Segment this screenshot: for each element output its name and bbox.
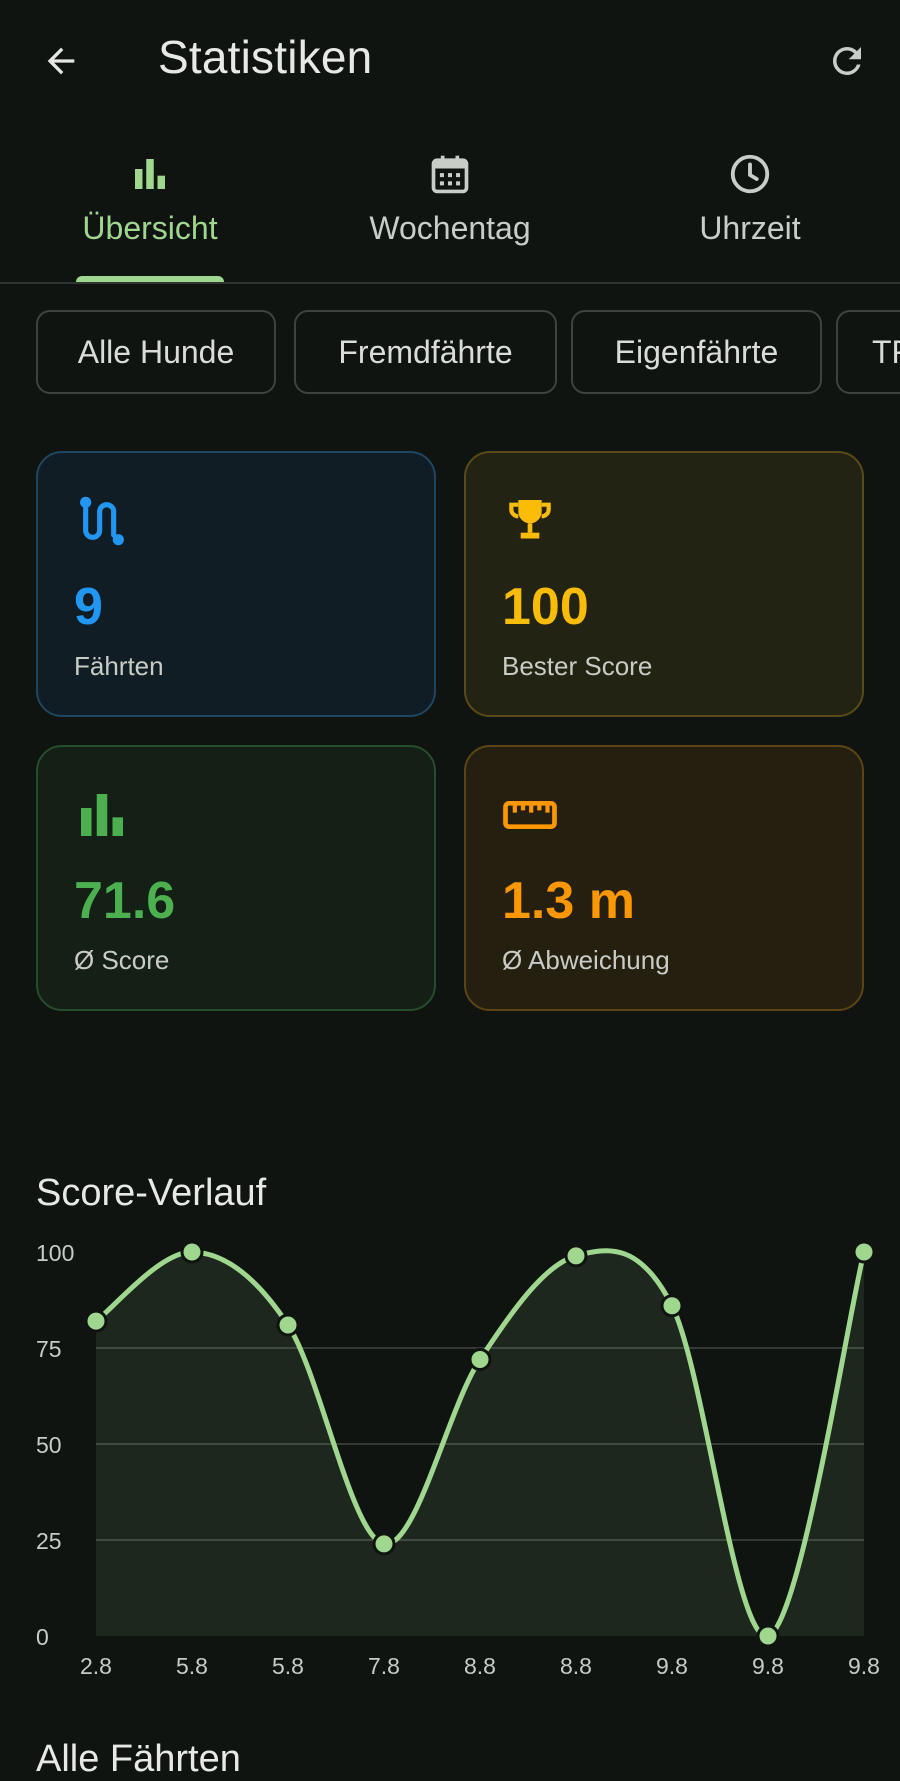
data-point [564,1244,588,1268]
route-icon [80,496,124,546]
x-tick-label: 8.8 [464,1653,496,1679]
x-tick-label: 9.8 [752,1653,784,1679]
active-tab-indicator [76,276,224,282]
avg-score-label: Ø Score [74,945,170,975]
best-score-value: 100 [502,578,589,636]
tab-label: Übersicht [82,210,218,246]
tab-label: Uhrzeit [699,210,801,246]
x-tick-label: 5.8 [176,1653,208,1679]
data-point [180,1240,204,1264]
bar-chart-icon [81,794,123,836]
refresh-icon [832,46,861,75]
tab-weekday[interactable]: Wochentag [330,122,570,282]
runs-label: Fährten [74,651,164,681]
ruler-icon [503,801,557,829]
x-tick-label: 9.8 [656,1653,688,1679]
best-score-label: Bester Score [502,651,653,681]
trophy-icon [509,500,551,539]
arrow-back-icon [47,47,75,75]
filter-chip-all-dogs[interactable]: Alle Hunde [36,310,276,394]
data-point [660,1294,684,1318]
runs-count: 9 [74,578,103,636]
stat-card-avg-deviation: 1.3 m Ø Abweichung [464,745,864,1011]
app-bar: Statistiken [0,0,900,122]
stat-card-best-score: 100 Bester Score [464,451,864,717]
score-history-chart: 0 25 50 75 100 2.8 5.8 5.8 7.8 8.8 8.8 9.8 9.8 9.8 [36,1240,880,1679]
data-point [756,1624,780,1648]
x-tick-label: 5.8 [272,1653,304,1679]
filter-chip-foreign-track[interactable]: Fremdfährte [294,310,557,394]
filter-chips: Alle Hunde Fremdfährte Eigenfährte TF [0,310,900,398]
filter-chip-own-track[interactable]: Eigenfährte [571,310,822,394]
x-tick-label: 9.8 [848,1653,880,1679]
avg-deviation-value: 1.3 m [502,872,635,930]
back-button[interactable] [36,36,86,86]
x-tick-label: 8.8 [560,1653,592,1679]
all-runs-title: Alle Fährten [36,1738,241,1780]
y-tick-label: 100 [36,1240,74,1266]
filter-chip-tf[interactable]: TF [836,310,900,394]
avg-deviation-label: Ø Abweichung [502,945,670,975]
tab-label: Wochentag [369,210,531,246]
y-tick-label: 0 [36,1624,49,1650]
x-tick-label: 2.8 [80,1653,112,1679]
page-title: Statistiken [158,31,373,83]
stat-card-avg-score: 71.6 Ø Score [36,745,436,1011]
tab-overview[interactable]: Übersicht [50,122,250,282]
stat-card-runs: 9 Fährten [36,451,436,717]
refresh-button[interactable] [822,36,872,86]
tab-time-of-day[interactable]: Uhrzeit [650,122,850,282]
data-point [276,1313,300,1337]
data-point [468,1348,492,1372]
data-point [84,1309,108,1333]
y-tick-label: 75 [36,1336,62,1362]
chart-title: Score-Verlauf [36,1172,267,1214]
data-point [372,1532,396,1556]
tab-bar: Übersicht Wochentag Uhrzeit [0,122,900,284]
y-tick-label: 25 [36,1528,62,1554]
bar-chart-icon [135,159,165,189]
data-point [852,1240,876,1264]
x-tick-label: 7.8 [368,1653,400,1679]
clock-icon [730,154,770,194]
y-tick-label: 50 [36,1432,62,1458]
avg-score-value: 71.6 [74,872,176,930]
calendar-icon [431,155,469,194]
